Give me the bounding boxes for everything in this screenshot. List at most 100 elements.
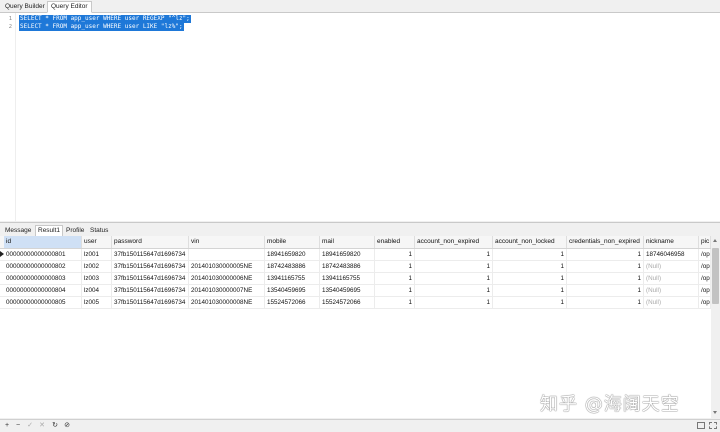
cell-enabled[interactable]: 1	[375, 297, 415, 308]
table-row[interactable]: 00000000000000804 lz004 37fb150115647d16…	[0, 285, 711, 297]
cell-id[interactable]: 00000000000000801	[4, 249, 82, 260]
tab-query-editor[interactable]: Query Editor	[47, 1, 92, 13]
cell-mail[interactable]: 13540459695	[320, 285, 375, 296]
cell-pic[interactable]: /op	[699, 273, 711, 284]
cell-pic[interactable]: /op	[699, 297, 711, 308]
scrollbar-thumb[interactable]	[712, 248, 719, 304]
cell-account-non-locked[interactable]: 1	[493, 249, 567, 260]
grid-vertical-scrollbar[interactable]	[711, 236, 720, 418]
sql-line[interactable]: SELECT * FROM app_user WHERE user REGEXP…	[19, 15, 191, 23]
cell-nickname[interactable]: (Null)	[644, 261, 699, 272]
cell-pic[interactable]: /op	[699, 261, 711, 272]
cell-credentials-non-expired[interactable]: 1	[567, 285, 644, 296]
cell-password[interactable]: 37fb150115647d1696734	[112, 249, 189, 260]
cell-account-non-expired[interactable]: 1	[415, 273, 493, 284]
column-header-user[interactable]: user	[82, 236, 112, 248]
cell-user[interactable]: lz001	[82, 249, 112, 260]
cell-account-non-locked[interactable]: 1	[493, 297, 567, 308]
scroll-down-icon[interactable]	[713, 411, 717, 414]
tab-query-builder[interactable]: Query Builder	[1, 1, 49, 13]
cell-enabled[interactable]: 1	[375, 285, 415, 296]
table-row[interactable]: 00000000000000802 lz002 37fb150115647d16…	[0, 261, 711, 273]
cell-account-non-locked[interactable]: 1	[493, 285, 567, 296]
cell-enabled[interactable]: 1	[375, 261, 415, 272]
cell-account-non-locked[interactable]: 1	[493, 261, 567, 272]
table-row[interactable]: 00000000000000803 lz003 37fb150115647d16…	[0, 273, 711, 285]
cell-nickname[interactable]: (Null)	[644, 285, 699, 296]
cell-enabled[interactable]: 1	[375, 249, 415, 260]
scroll-up-icon[interactable]	[713, 239, 717, 242]
cell-credentials-non-expired[interactable]: 1	[567, 297, 644, 308]
column-header-credentials-non-expired[interactable]: credentials_non_expired	[567, 236, 644, 248]
result-tabbar: Message Result1 Profile Status	[0, 222, 720, 237]
cell-password[interactable]: 37fb150115647d1696734	[112, 273, 189, 284]
delete-record-button[interactable]: −	[14, 421, 22, 430]
cell-password[interactable]: 37fb150115647d1696734	[112, 285, 189, 296]
cell-nickname[interactable]: 18746046958	[644, 249, 699, 260]
cell-id[interactable]: 00000000000000803	[4, 273, 82, 284]
column-header-mail[interactable]: mail	[320, 236, 375, 248]
cell-id[interactable]: 00000000000000802	[4, 261, 82, 272]
cell-vin[interactable]: 201401030000007NE	[189, 285, 265, 296]
cell-user[interactable]: lz003	[82, 273, 112, 284]
cell-mobile[interactable]: 15524572066	[265, 297, 320, 308]
cell-account-non-expired[interactable]: 1	[415, 297, 493, 308]
cell-mobile[interactable]: 13941165755	[265, 273, 320, 284]
cell-account-non-expired[interactable]: 1	[415, 249, 493, 260]
table-row[interactable]: 00000000000000805 lz005 37fb150115647d16…	[0, 297, 711, 309]
cell-nickname[interactable]: (Null)	[644, 297, 699, 308]
column-header-password[interactable]: password	[112, 236, 189, 248]
cell-mobile[interactable]: 18941659820	[265, 249, 320, 260]
cell-id[interactable]: 00000000000000804	[4, 285, 82, 296]
cell-credentials-non-expired[interactable]: 1	[567, 249, 644, 260]
column-header-nickname[interactable]: nickname	[644, 236, 699, 248]
cell-user[interactable]: lz004	[82, 285, 112, 296]
line-number-gutter: 1 2	[0, 13, 16, 221]
column-header-mobile[interactable]: mobile	[265, 236, 320, 248]
cell-id[interactable]: 00000000000000805	[4, 297, 82, 308]
stop-button[interactable]: ⊘	[63, 421, 71, 430]
sql-editor[interactable]: 1 2 SELECT * FROM app_user WHERE user RE…	[0, 13, 720, 221]
line-number: 2	[8, 24, 12, 30]
apply-changes-button[interactable]: ✓	[26, 421, 34, 430]
column-header-account-non-expired[interactable]: account_non_expired	[415, 236, 493, 248]
line-number: 1	[8, 16, 12, 22]
discard-changes-button[interactable]: ✕	[38, 421, 46, 430]
cell-account-non-expired[interactable]: 1	[415, 261, 493, 272]
cell-account-non-locked[interactable]: 1	[493, 273, 567, 284]
refresh-button[interactable]: ↻	[51, 421, 59, 430]
cell-credentials-non-expired[interactable]: 1	[567, 273, 644, 284]
add-record-button[interactable]: +	[3, 421, 11, 430]
cell-mail[interactable]: 18941659820	[320, 249, 375, 260]
watermark-text: 知乎 @海阔天空	[540, 394, 680, 415]
form-view-icon[interactable]	[709, 422, 717, 429]
cell-user[interactable]: lz005	[82, 297, 112, 308]
cell-nickname[interactable]: (Null)	[644, 273, 699, 284]
cell-password[interactable]: 37fb150115647d1696734	[112, 297, 189, 308]
editor-tabbar: Query Builder Query Editor	[0, 0, 720, 13]
column-header-account-non-locked[interactable]: account_non_locked	[493, 236, 567, 248]
cell-account-non-expired[interactable]: 1	[415, 285, 493, 296]
cell-vin[interactable]: 201401030000005NE	[189, 261, 265, 272]
cell-mobile[interactable]: 18742483886	[265, 261, 320, 272]
cell-vin[interactable]	[189, 249, 265, 260]
cell-credentials-non-expired[interactable]: 1	[567, 261, 644, 272]
cell-mail[interactable]: 18742483886	[320, 261, 375, 272]
cell-mail[interactable]: 13941165755	[320, 273, 375, 284]
cell-user[interactable]: lz002	[82, 261, 112, 272]
column-header-vin[interactable]: vin	[189, 236, 265, 248]
cell-mail[interactable]: 15524572066	[320, 297, 375, 308]
cell-pic[interactable]: /op	[699, 285, 711, 296]
grid-view-icon[interactable]	[697, 422, 705, 429]
cell-enabled[interactable]: 1	[375, 273, 415, 284]
column-header-id[interactable]: id	[4, 236, 82, 248]
column-header-pic[interactable]: pic	[699, 236, 711, 248]
cell-vin[interactable]: 201401030000006NE	[189, 273, 265, 284]
sql-line[interactable]: SELECT * FROM app_user WHERE user LIKE "…	[19, 23, 184, 31]
cell-vin[interactable]: 201401030000008NE	[189, 297, 265, 308]
table-row[interactable]: 00000000000000801 lz001 37fb150115647d16…	[0, 249, 711, 261]
cell-password[interactable]: 37fb150115647d1696734	[112, 261, 189, 272]
cell-pic[interactable]: /op	[699, 249, 711, 260]
column-header-enabled[interactable]: enabled	[375, 236, 415, 248]
cell-mobile[interactable]: 13540459695	[265, 285, 320, 296]
